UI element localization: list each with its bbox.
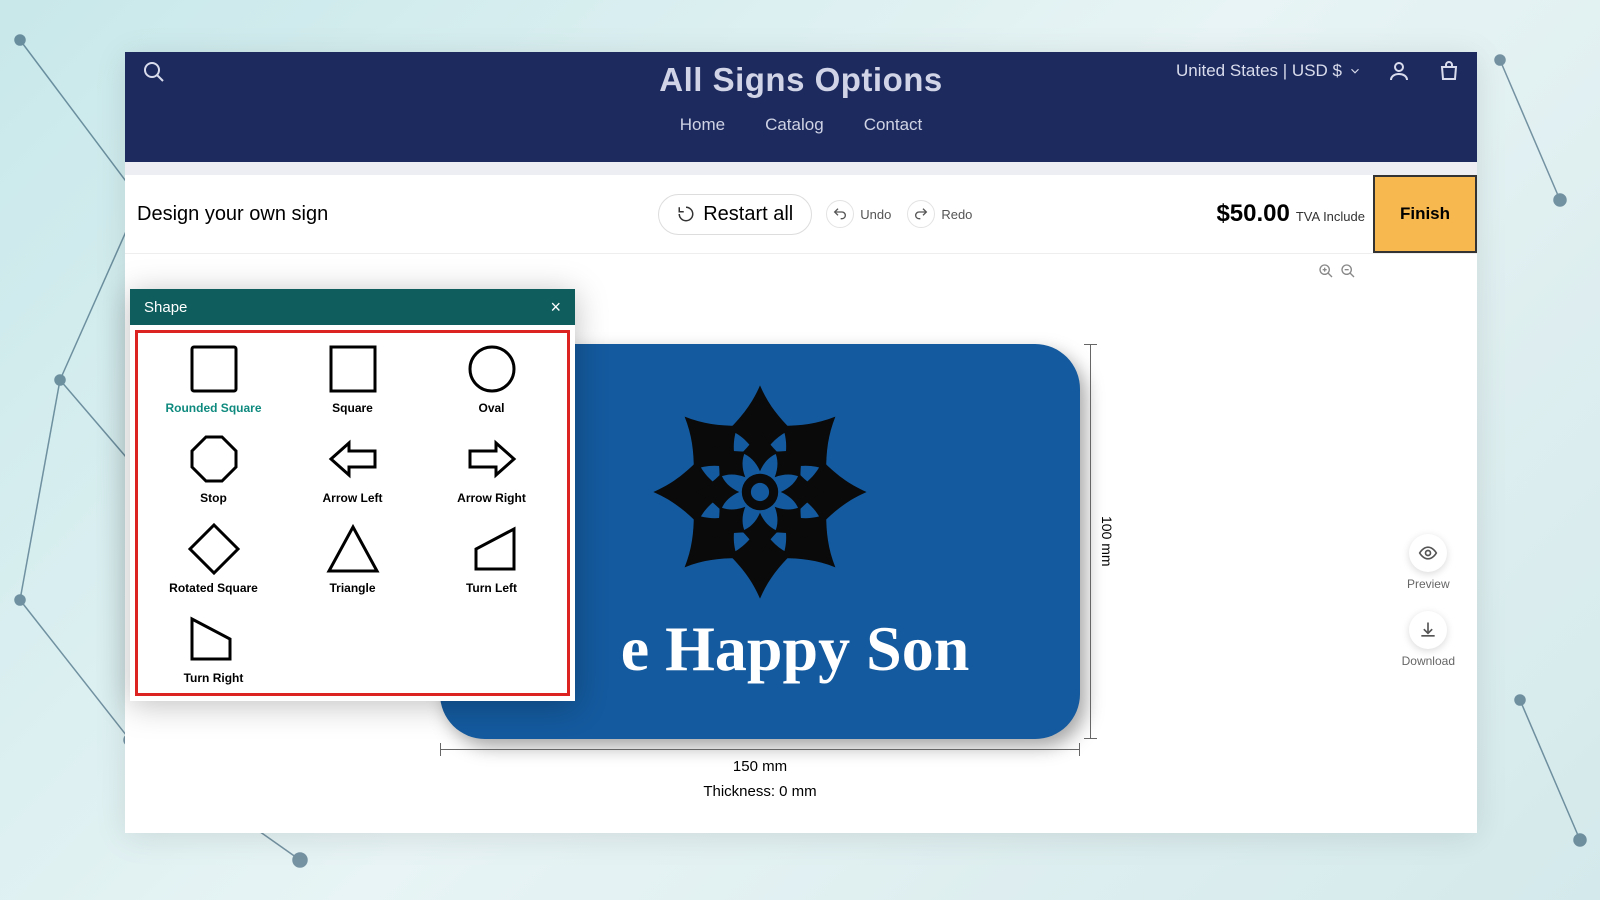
user-icon — [1387, 59, 1411, 83]
shape-label: Rotated Square — [169, 581, 258, 595]
dimension-height: 100 mm — [1090, 344, 1115, 739]
nav-catalog[interactable]: Catalog — [765, 115, 824, 135]
refresh-icon — [677, 205, 695, 223]
shape-panel-close[interactable]: × — [550, 298, 561, 316]
shape-icon — [186, 341, 242, 397]
region-selector[interactable]: United States | USD $ — [1176, 61, 1362, 81]
shape-icon — [464, 431, 520, 487]
shape-option-oval[interactable]: Oval — [424, 341, 559, 415]
zoom-out-icon — [1340, 263, 1356, 279]
preview-button[interactable]: Preview — [1407, 534, 1450, 591]
undo-button[interactable] — [826, 200, 854, 228]
shape-label: Stop — [200, 491, 227, 505]
shape-icon — [325, 521, 381, 577]
shape-option-rounded-square[interactable]: Rounded Square — [146, 341, 281, 415]
zoom-in-icon — [1318, 263, 1334, 279]
shape-label: Turn Left — [466, 581, 517, 595]
price-tax-label: TVA Include — [1296, 209, 1365, 224]
canvas-area: e Happy Son 100 mm 150 mm Thickness: 0 m… — [125, 254, 1477, 834]
zoom-out-button[interactable] — [1339, 262, 1357, 280]
app-window: All Signs Options United States | USD $ … — [125, 52, 1477, 833]
sign-main-text[interactable]: e Happy Son — [551, 612, 970, 686]
account-button[interactable] — [1386, 58, 1412, 84]
shape-option-arrow-right[interactable]: Arrow Right — [424, 431, 559, 505]
chevron-down-icon — [1348, 64, 1362, 78]
undo-icon — [832, 206, 848, 222]
page-title: Design your own sign — [137, 203, 328, 226]
shape-icon — [464, 521, 520, 577]
shape-icon — [186, 521, 242, 577]
shape-option-triangle[interactable]: Triangle — [285, 521, 420, 595]
eye-icon — [1418, 543, 1438, 563]
thickness-label: Thickness: 0 mm — [440, 783, 1080, 800]
shape-panel: Shape × Rounded Square Square Oval Stop Arro… — [130, 289, 575, 701]
shape-icon — [186, 431, 242, 487]
topbar: All Signs Options United States | USD $ … — [125, 52, 1477, 162]
shape-option-arrow-left[interactable]: Arrow Left — [285, 431, 420, 505]
finish-button[interactable]: Finish — [1373, 175, 1477, 253]
shape-panel-title: Shape — [144, 299, 187, 316]
nav-home[interactable]: Home — [680, 115, 725, 135]
cart-button[interactable] — [1436, 58, 1462, 84]
undo-label: Undo — [860, 207, 891, 222]
bag-icon — [1437, 59, 1461, 83]
price-value: $50.00 — [1216, 200, 1289, 228]
brand-title: All Signs Options — [659, 61, 943, 99]
shape-icon — [464, 341, 520, 397]
redo-label: Redo — [941, 207, 972, 222]
shape-icon — [325, 341, 381, 397]
search-button[interactable] — [140, 58, 168, 86]
shape-icon — [186, 611, 242, 667]
redo-button[interactable] — [907, 200, 935, 228]
shape-option-turn-right[interactable]: Turn Right — [146, 611, 281, 685]
download-button[interactable]: Download — [1402, 611, 1455, 668]
design-toolbar: Design your own sign Restart all Undo Re… — [125, 175, 1477, 254]
shape-label: Triangle — [329, 581, 375, 595]
download-icon — [1418, 620, 1438, 640]
main-nav: Home Catalog Contact — [125, 107, 1477, 135]
shape-option-stop[interactable]: Stop — [146, 431, 281, 505]
shape-option-rotated-square[interactable]: Rotated Square — [146, 521, 281, 595]
shape-label: Arrow Left — [323, 491, 383, 505]
shape-option-turn-left[interactable]: Turn Left — [424, 521, 559, 595]
shape-label: Oval — [478, 401, 504, 415]
shape-label: Turn Right — [184, 671, 244, 685]
restart-button[interactable]: Restart all — [658, 194, 812, 235]
nav-contact[interactable]: Contact — [864, 115, 923, 135]
shape-label: Arrow Right — [457, 491, 526, 505]
shape-option-square[interactable]: Square — [285, 341, 420, 415]
dimension-width: 150 mm Thickness: 0 mm — [440, 749, 1080, 800]
redo-icon — [913, 206, 929, 222]
shape-icon — [325, 431, 381, 487]
zoom-in-button[interactable] — [1317, 262, 1335, 280]
mandala-ornament-icon — [630, 362, 890, 622]
shape-label: Square — [332, 401, 373, 415]
shape-label: Rounded Square — [165, 401, 261, 415]
